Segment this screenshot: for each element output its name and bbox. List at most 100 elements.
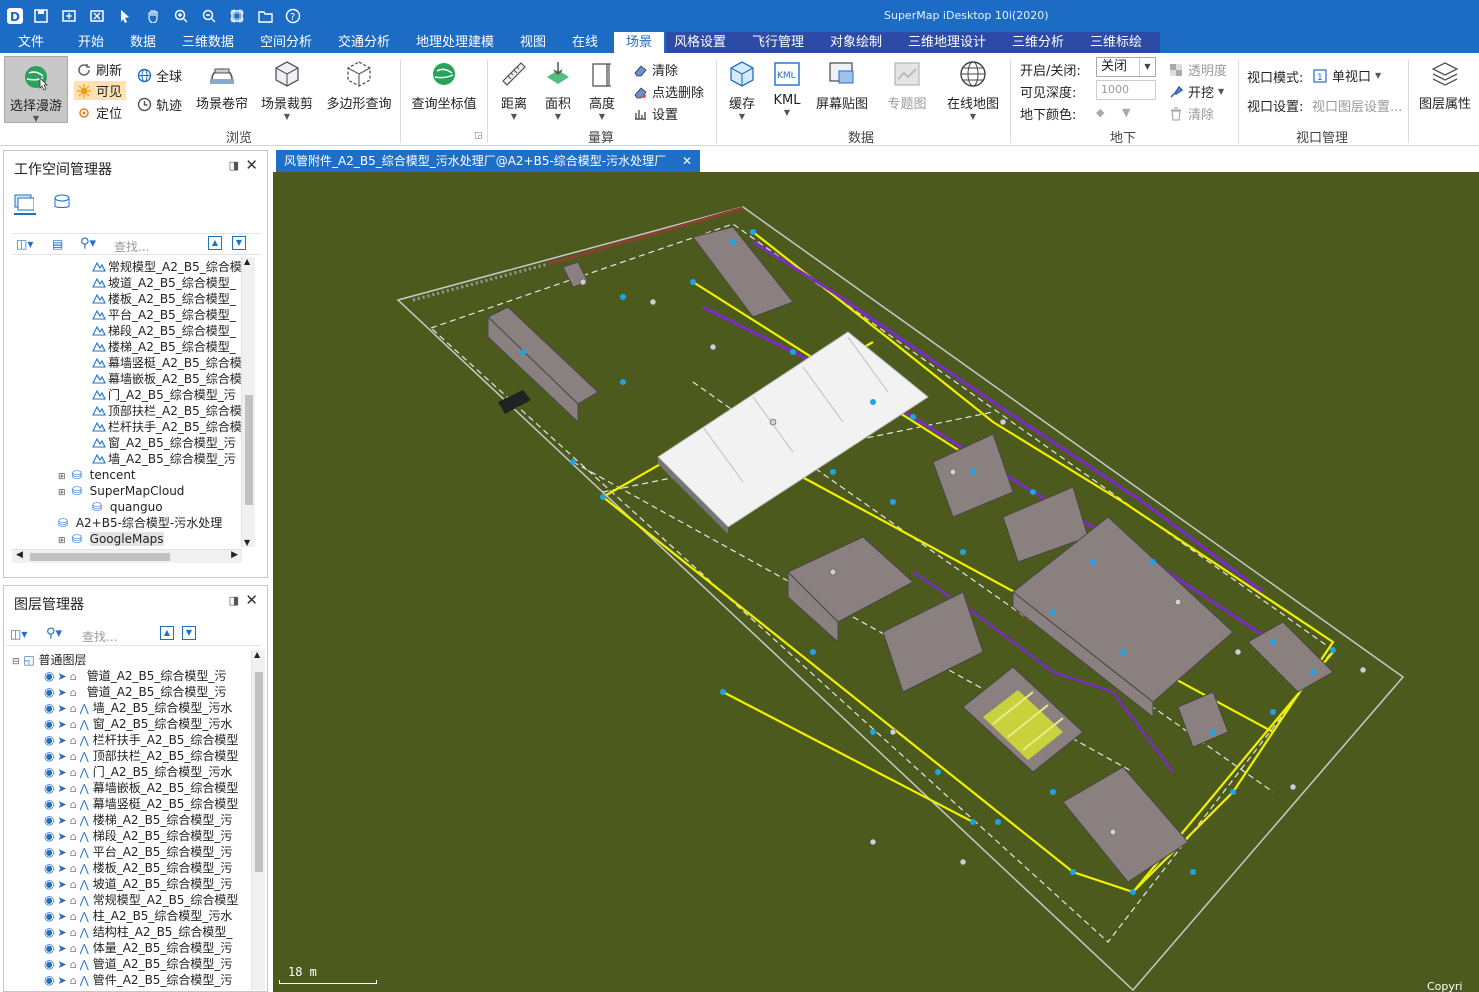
tab-3d-analysis[interactable]: 三维分析 [1004, 32, 1082, 53]
layer-item[interactable]: ◉ ➤ ⌂ ⋀ 栏杆扶手_A2_B5_综合模型 [44, 732, 238, 748]
tab-spatial-analysis[interactable]: 空间分析 [252, 32, 320, 53]
pan-hand-icon[interactable] [142, 5, 164, 27]
search-icon[interactable]: ⚲▾ [80, 236, 96, 251]
visibility-eye-icon[interactable]: ◉ [44, 957, 54, 971]
selectable-cursor-icon[interactable]: ➤ [57, 910, 66, 923]
area-button[interactable]: 面积 ▼ [538, 59, 578, 121]
pin-icon[interactable]: ◨ [229, 594, 239, 607]
globe-button[interactable]: 全球 [136, 66, 182, 85]
datasource-item[interactable]: ⛁ quanguo [92, 499, 163, 515]
thematic-map-button[interactable]: 专题图 [884, 59, 930, 112]
track-button[interactable]: 轨迹 [136, 95, 182, 114]
search-down-icon[interactable]: ▼ [182, 626, 196, 640]
visibility-eye-icon[interactable]: ◉ [44, 877, 54, 891]
visibility-eye-icon[interactable]: ◉ [44, 861, 54, 875]
close-icon[interactable]: ✕ [245, 591, 258, 609]
visibility-eye-icon[interactable]: ◉ [44, 909, 54, 923]
lock-icon[interactable]: ⌂ [70, 670, 77, 683]
layer-item[interactable]: ◉ ➤ ⌂ ⋀ 墙_A2_B5_综合模型_污水 [44, 700, 232, 716]
workspace-dataset-item[interactable]: 幕墙嵌板_A2_B5_综合模 [92, 371, 242, 387]
workspace-dataset-item[interactable]: 楼梯_A2_B5_综合模型_ [92, 339, 236, 355]
layer-item[interactable]: ◉ ➤ ⌂ ⋀ 顶部扶栏_A2_B5_综合模型 [44, 748, 238, 764]
lock-icon[interactable]: ⌂ [70, 894, 77, 907]
lock-icon[interactable]: ⌂ [70, 798, 77, 811]
scene-viewport[interactable]: 18 m Copyri [273, 172, 1479, 992]
workspace-dataset-item[interactable]: 窗_A2_B5_综合模型_污 [92, 435, 236, 451]
locate-button[interactable]: 定位 [76, 103, 122, 122]
datasource-item[interactable]: ⊞ ⛁ tencent [58, 467, 136, 483]
selectable-cursor-icon[interactable]: ➤ [57, 974, 66, 987]
app-logo-icon[interactable]: D [4, 5, 26, 27]
lock-icon[interactable]: ⌂ [70, 878, 77, 891]
tab-start[interactable]: 开始 [70, 32, 112, 53]
tab-online[interactable]: 在线 [564, 32, 606, 53]
visibility-eye-icon[interactable]: ◉ [44, 701, 54, 715]
layer-item[interactable]: ◉ ➤ ⌂ ⋀ 窗_A2_B5_综合模型_污水 [44, 716, 232, 732]
folder-icon[interactable] [254, 5, 276, 27]
open-dropdown-icon[interactable]: ◫▾ [16, 237, 33, 251]
transparency-button[interactable]: 透明度 [1168, 60, 1227, 79]
lock-icon[interactable]: ⌂ [70, 766, 77, 779]
layer-item[interactable]: ◉ ➤ ⌂ ⋀ 梯段_A2_B5_综合模型_污 [44, 828, 232, 844]
workspace-dataset-item[interactable]: 栏杆扶手_A2_B5_综合模 [92, 419, 242, 435]
zoom-out-icon[interactable] [198, 5, 220, 27]
height-button[interactable]: 高度 ▼ [582, 59, 622, 121]
visibility-eye-icon[interactable]: ◉ [44, 797, 54, 811]
datasource-item[interactable]: ⊞ ⛁ SuperMapCloud [58, 483, 184, 499]
selectable-cursor-icon[interactable]: ➤ [57, 702, 66, 715]
tab-3d-geo-design[interactable]: 三维地理设计 [900, 32, 1004, 53]
visibility-eye-icon[interactable]: ◉ [44, 893, 54, 907]
selectable-cursor-icon[interactable]: ➤ [57, 862, 66, 875]
selectable-cursor-icon[interactable]: ➤ [57, 878, 66, 891]
selectable-cursor-icon[interactable]: ➤ [57, 734, 66, 747]
selectable-cursor-icon[interactable]: ➤ [57, 894, 66, 907]
layer-search-input[interactable]: 查找... [82, 628, 117, 645]
lock-icon[interactable]: ⌂ [70, 814, 77, 827]
selectable-cursor-icon[interactable]: ➤ [57, 830, 66, 843]
lock-icon[interactable]: ⌂ [70, 910, 77, 923]
search-up-icon[interactable]: ▲ [160, 626, 174, 640]
workspace-vertical-scrollbar[interactable]: ▲ ▼ [241, 257, 255, 547]
screen-map-button[interactable]: 屏幕贴图 [812, 59, 872, 112]
workspace-dataset-item[interactable]: 门_A2_B5_综合模型_污 [92, 387, 236, 403]
layer-item[interactable]: ◉ ➤ ⌂ ⋀ 楼梯_A2_B5_综合模型_污 [44, 812, 232, 828]
refresh-button[interactable]: 刷新 [76, 60, 122, 79]
workspace-dataset-item[interactable]: 常规模型_A2_B5_综合模 [92, 259, 242, 275]
lock-icon[interactable]: ⌂ [70, 750, 77, 763]
measure-settings-button[interactable]: 设置 [632, 104, 678, 123]
datasource-tab[interactable] [52, 193, 74, 215]
lock-icon[interactable]: ⌂ [70, 734, 77, 747]
layer-item[interactable]: ◉ ➤ ⌂ ⋀ 平台_A2_B5_综合模型_污 [44, 844, 232, 860]
scene-clip-button[interactable]: 场景裁剪 ▼ [259, 59, 315, 121]
workspace-horizontal-scrollbar[interactable]: ◀ ▶ [12, 549, 242, 563]
search-icon[interactable]: ⚲▾ [46, 626, 62, 641]
layer-item[interactable]: ◉ ➤ ⌂ ⋀ 幕墙嵌板_A2_B5_综合模型 [44, 780, 238, 796]
selectable-cursor-icon[interactable]: ➤ [57, 958, 66, 971]
lock-icon[interactable]: ⌂ [70, 942, 77, 955]
viewport-layer-settings-button[interactable]: 视口图层设置... [1312, 96, 1402, 115]
selectable-cursor-icon[interactable]: ➤ [57, 718, 66, 731]
tab-file[interactable]: 文件 [10, 32, 52, 53]
save-icon[interactable] [30, 5, 52, 27]
tab-data[interactable]: 数据 [122, 32, 164, 53]
layer-vertical-scrollbar[interactable]: ▲ [251, 650, 265, 990]
layer-item[interactable]: ◉ ➤ ⌂ ⋀ 门_A2_B5_综合模型_污水 [44, 764, 232, 780]
visibility-eye-icon[interactable]: ◉ [44, 781, 54, 795]
visibility-eye-icon[interactable]: ◉ [44, 941, 54, 955]
visible-toggle[interactable]: 可见 [74, 81, 127, 100]
lock-icon[interactable]: ⌂ [70, 686, 77, 699]
layer-item[interactable]: ◉ ➤ ⌂ ⋀ 坡道_A2_B5_综合模型_污 [44, 876, 232, 892]
workspace-dataset-item[interactable]: 坡道_A2_B5_综合模型_ [92, 275, 236, 291]
selectable-cursor-icon[interactable]: ➤ [57, 782, 66, 795]
selectable-cursor-icon[interactable]: ➤ [57, 846, 66, 859]
layer-properties-button[interactable]: 图层属性 [1416, 59, 1474, 112]
polygon-query-button[interactable]: 多边形查询 [324, 59, 394, 112]
layer-group-root[interactable]: ⊟ ◱ 普通图层 [12, 652, 87, 668]
zoom-in-icon[interactable] [170, 5, 192, 27]
lock-icon[interactable]: ⌂ [70, 846, 77, 859]
selectable-cursor-icon[interactable]: ➤ [57, 814, 66, 827]
close-tab-icon[interactable]: ✕ [682, 150, 692, 172]
workspace-dataset-item[interactable]: 平台_A2_B5_综合模型_ [92, 307, 236, 323]
visibility-eye-icon[interactable]: ◉ [44, 669, 54, 683]
open-workspace-icon[interactable] [58, 5, 80, 27]
